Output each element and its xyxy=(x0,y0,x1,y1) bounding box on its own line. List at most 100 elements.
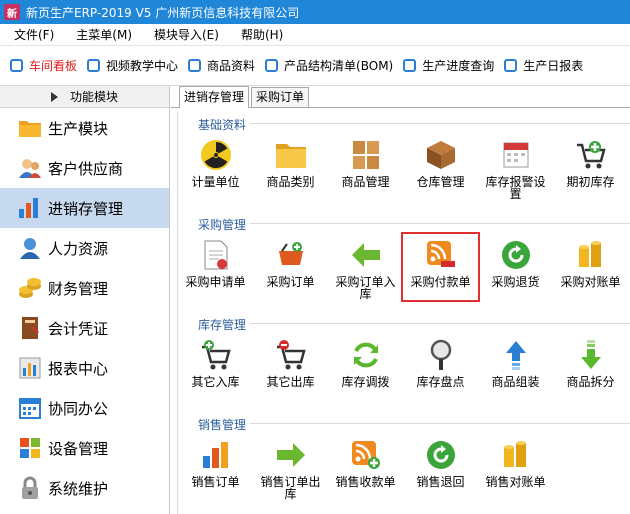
sidebar-item-label: 会计凭证 xyxy=(48,319,109,338)
arrow-left-icon xyxy=(349,238,383,272)
sidebar-item-hr[interactable]: 人力资源 xyxy=(0,228,169,268)
tile-purchase-statement[interactable]: 采购对账单 xyxy=(553,234,628,300)
tile-purchase-return[interactable]: 采购退货 xyxy=(478,234,553,300)
tile-label: 采购订单入库 xyxy=(335,275,396,301)
group-title: 基础资料 xyxy=(198,118,247,132)
tile-opening-stock[interactable]: 期初库存 xyxy=(553,134,628,200)
toolbar: 车间看板 视频教学中心 商品资料 产品结构清单(BOM) 生产进度查询 生产日报… xyxy=(0,46,630,86)
sidebar-item-inventory[interactable]: 进销存管理 xyxy=(0,188,169,228)
tile-sales-outbound[interactable]: 销售订单出库 xyxy=(253,434,328,500)
menu-bar: 文件(F) 主菜单(M) 模块导入(E) 帮助(H) xyxy=(0,24,630,46)
toolbar-bom[interactable]: 产品结构清单(BOM) xyxy=(265,54,393,78)
tab-bar: 进销存管理 采购订单 xyxy=(171,86,630,108)
tile-label: 销售退回 xyxy=(416,475,465,489)
toolbar-daily-report[interactable]: 生产日报表 xyxy=(504,54,583,78)
sidebar-item-reports[interactable]: 报表中心 xyxy=(0,348,169,388)
return-icon xyxy=(424,438,458,472)
sidebar-item-accounting[interactable]: 会计凭证 xyxy=(0,308,169,348)
tile-purchase-payment[interactable]: 采购付款单 xyxy=(401,232,480,302)
cart-add-icon xyxy=(574,138,608,172)
document-icon xyxy=(199,238,233,272)
group-title: 销售管理 xyxy=(198,418,247,432)
tile-stock-alert[interactable]: 库存报警设置 xyxy=(478,134,553,200)
bar-chart-icon xyxy=(199,438,233,472)
tile-label: 采购对账单 xyxy=(560,275,621,289)
tile-sales-return[interactable]: 销售退回 xyxy=(403,434,478,500)
menu-module-import[interactable]: 模块导入(E) xyxy=(146,24,227,46)
menu-help[interactable]: 帮助(H) xyxy=(233,24,291,46)
sidebar-item-equipment[interactable]: 设备管理 xyxy=(0,428,169,468)
main-panel: 进销存管理 采购订单 基础资料 计量单位 商品类别 商品管理 仓库管理 库存报警… xyxy=(171,86,630,514)
coin-stack-icon xyxy=(574,238,608,272)
sidebar-item-customer-supplier[interactable]: 客户供应商 xyxy=(0,148,169,188)
sidebar-item-label: 进销存管理 xyxy=(48,199,124,218)
checkbox-icon xyxy=(265,59,279,72)
tile-label: 商品管理 xyxy=(341,175,390,189)
toolbar-production-progress[interactable]: 生产进度查询 xyxy=(403,54,494,78)
toolbar-product-info[interactable]: 商品资料 xyxy=(188,54,255,78)
sidebar-item-label: 客户供应商 xyxy=(48,159,124,178)
tile-purchase-inbound[interactable]: 采购订单入库 xyxy=(328,234,403,300)
menu-file[interactable]: 文件(F) xyxy=(6,24,62,46)
sidebar-item-production[interactable]: 生产模块 xyxy=(0,108,169,148)
tile-sales-receipt[interactable]: 销售收款单 xyxy=(328,434,403,500)
toolbar-label: 生产日报表 xyxy=(523,59,584,73)
tile-stocktaking[interactable]: 库存盘点 xyxy=(403,334,478,388)
sidebar-item-label: 设备管理 xyxy=(48,439,109,458)
arrow-right-icon xyxy=(274,438,308,472)
people-icon xyxy=(18,156,42,180)
tile-warehouse[interactable]: 仓库管理 xyxy=(403,134,478,200)
tile-other-outbound[interactable]: 其它出库 xyxy=(253,334,328,388)
toolbar-workshop-board[interactable]: 车间看板 xyxy=(10,54,77,78)
collapse-triangle-icon xyxy=(50,91,58,102)
sidebar-item-label: 系统维护 xyxy=(48,479,109,498)
toolbar-video-tutorials[interactable]: 视频教学中心 xyxy=(87,54,178,78)
tile-stock-transfer[interactable]: 库存调拨 xyxy=(328,334,403,388)
menu-main[interactable]: 主菜单(M) xyxy=(68,24,140,46)
group-sales-management: 销售管理 销售订单 销售订单出库 销售收款单 销售退回 销售对账单 xyxy=(178,412,630,512)
person-icon xyxy=(18,236,42,260)
tile-label: 销售收款单 xyxy=(335,475,396,489)
lock-icon xyxy=(18,476,42,500)
sidebar-item-label: 报表中心 xyxy=(48,359,109,378)
tile-label: 库存调拨 xyxy=(341,375,390,389)
tile-category[interactable]: 商品类别 xyxy=(253,134,328,200)
tile-purchase-request[interactable]: 采购申请单 xyxy=(178,234,253,300)
coins-icon xyxy=(18,276,42,300)
group-divider xyxy=(250,423,630,424)
tile-product-assembly[interactable]: 商品组装 xyxy=(478,334,553,388)
sidebar-item-office[interactable]: 协同办公 xyxy=(0,388,169,428)
tile-product-split[interactable]: 商品拆分 xyxy=(553,334,628,388)
rss-minus-icon xyxy=(424,238,458,272)
app-logo-icon: 新 xyxy=(4,4,20,20)
toolbar-label: 生产进度查询 xyxy=(422,59,495,73)
sidebar-header[interactable]: 功能模块 xyxy=(0,86,169,108)
tile-label: 采购退货 xyxy=(491,275,540,289)
checkbox-icon xyxy=(10,59,23,72)
tab-purchase-order[interactable]: 采购订单 xyxy=(251,87,310,107)
tile-sales-order[interactable]: 销售订单 xyxy=(178,434,253,500)
tile-unit[interactable]: 计量单位 xyxy=(178,134,253,200)
sidebar-item-finance[interactable]: 财务管理 xyxy=(0,268,169,308)
tile-purchase-order[interactable]: 采购订单 xyxy=(253,234,328,300)
tile-other-inbound[interactable]: 其它入库 xyxy=(178,334,253,388)
arrow-down-icon xyxy=(574,338,608,372)
tile-label: 其它入库 xyxy=(191,375,240,389)
group-title: 采购管理 xyxy=(198,218,247,232)
boxes-icon xyxy=(349,138,383,172)
rss-plus-icon xyxy=(349,438,383,472)
checkbox-icon xyxy=(87,59,101,72)
sidebar-item-label: 人力资源 xyxy=(48,239,109,258)
return-icon xyxy=(499,238,533,272)
group-title: 库存管理 xyxy=(198,318,247,332)
tile-product[interactable]: 商品管理 xyxy=(328,134,403,200)
group-divider xyxy=(250,123,630,124)
tab-inventory-management[interactable]: 进销存管理 xyxy=(179,86,250,108)
cart-remove-icon xyxy=(274,338,308,372)
group-purchase-management: 采购管理 采购申请单 采购订单 采购订单入库 采购付款单 采购退货 采购对账单 xyxy=(178,212,630,312)
tile-sales-statement[interactable]: 销售对账单 xyxy=(478,434,553,500)
folder-icon xyxy=(18,116,42,140)
tile-label: 销售订单 xyxy=(191,475,240,489)
sidebar-item-system[interactable]: 系统维护 xyxy=(0,468,169,508)
tile-label: 采购申请单 xyxy=(185,275,246,289)
